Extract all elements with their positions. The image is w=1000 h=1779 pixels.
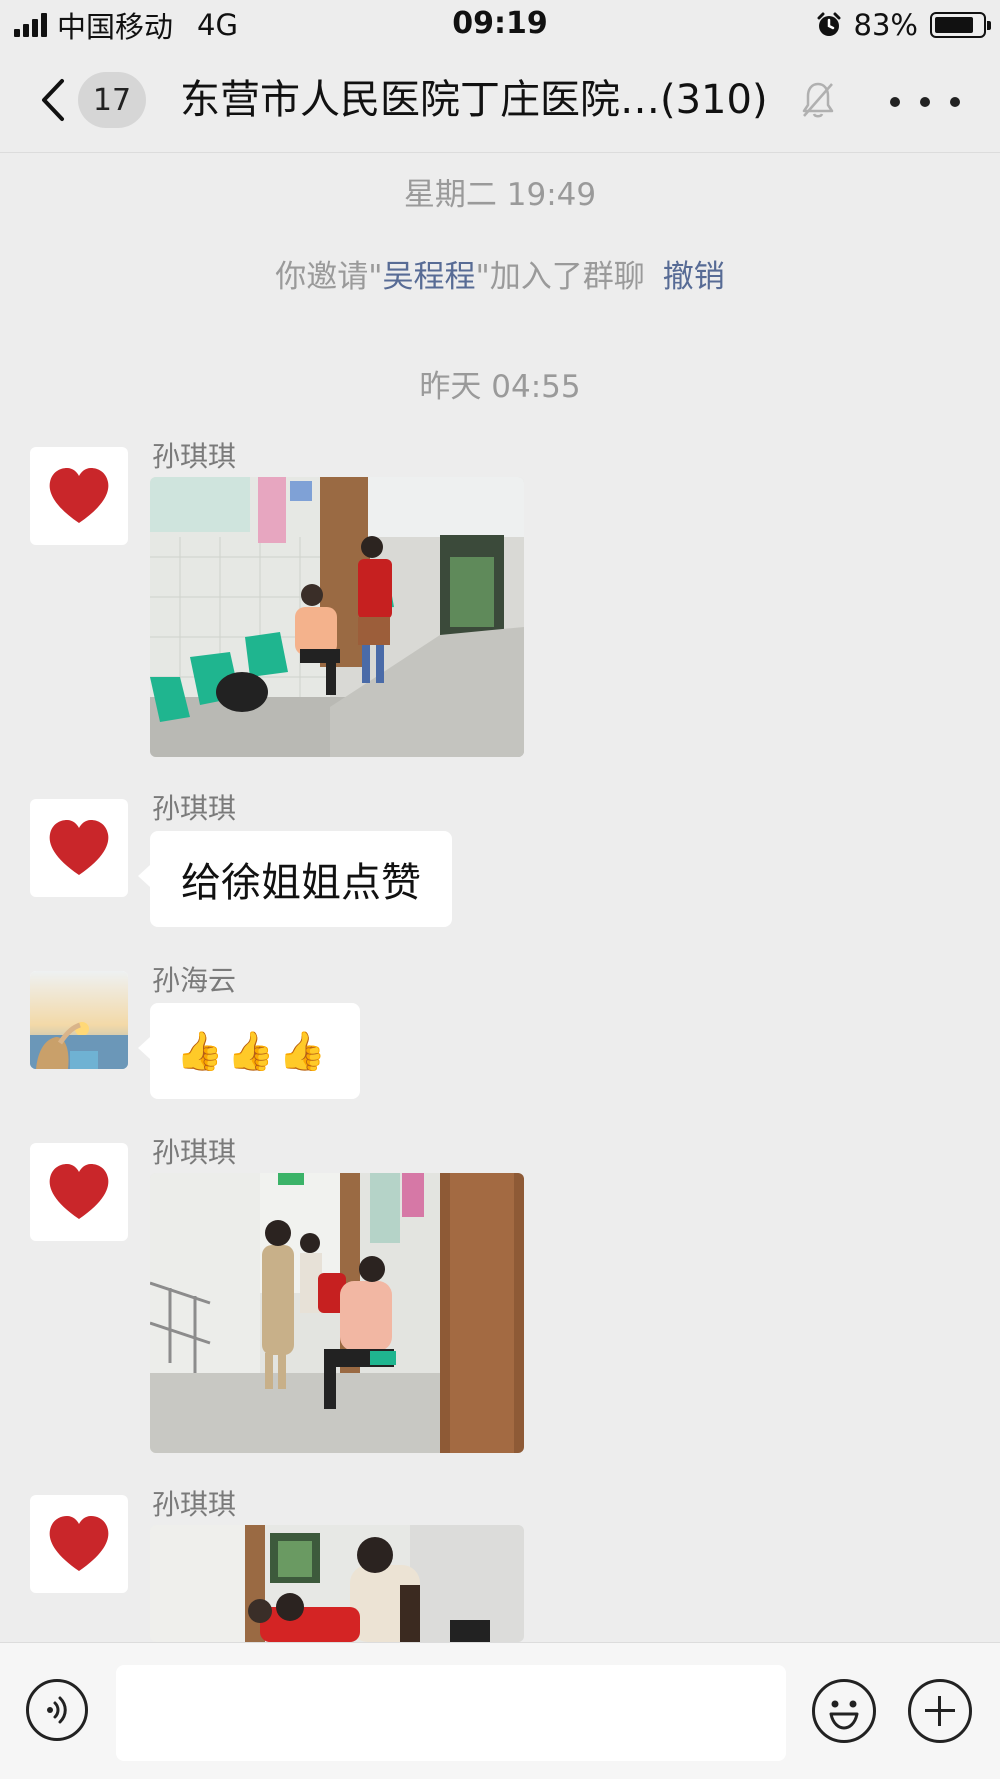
- sender-name: 孙海云: [152, 964, 237, 997]
- status-bar: 中国移动 4G 09:19 83%: [0, 0, 1000, 50]
- voice-button[interactable]: [26, 1679, 88, 1741]
- emoji-icon: [829, 1700, 859, 1730]
- battery-icon: [930, 12, 991, 38]
- sunset-avatar-image: [30, 971, 128, 1069]
- emoji-message-bubble[interactable]: 👍👍👍: [138, 1003, 360, 1099]
- system-message-suffix: "加入了群聊: [475, 259, 645, 295]
- heart-icon: [49, 820, 109, 875]
- sender-name: 孙琪琪: [152, 440, 237, 473]
- alarm-icon: [817, 12, 841, 36]
- status-bar-right: 83%: [816, 6, 991, 44]
- ward-photo: [150, 1525, 524, 1642]
- system-message: 你邀请"吴程程"加入了群聊 撤销: [0, 251, 1000, 296]
- bell-off-icon: [802, 82, 834, 118]
- sender-name: 孙琪琪: [152, 792, 237, 825]
- emoji-button[interactable]: [812, 1679, 876, 1743]
- chat-header: 17 东营市人民医院丁庄医院…(310): [0, 50, 1000, 153]
- heart-icon: [49, 1164, 109, 1219]
- image-message[interactable]: [150, 1173, 524, 1453]
- more-options-button[interactable]: [890, 82, 960, 122]
- chat-message-list[interactable]: 星期二 19:49 你邀请"吴程程"加入了群聊撤销 昨天 04:55 孙琪琪: [0, 153, 1000, 1642]
- heart-icon: [49, 468, 109, 523]
- avatar[interactable]: [30, 799, 128, 897]
- chevron-left-icon: [42, 79, 64, 121]
- heart-icon: [49, 1516, 109, 1571]
- sender-name: 孙琪琪: [152, 1488, 237, 1521]
- avatar[interactable]: [30, 971, 128, 1069]
- message-input[interactable]: [116, 1665, 786, 1761]
- back-button[interactable]: [28, 72, 78, 128]
- avatar[interactable]: [30, 1495, 128, 1593]
- chat-title[interactable]: 东营市人民医院丁庄医院…(310): [180, 72, 768, 128]
- image-message[interactable]: [150, 1525, 524, 1642]
- corridor-photo: [150, 477, 524, 757]
- voice-icon: [47, 1696, 67, 1724]
- timestamp-label: 星期二 19:49: [403, 177, 597, 213]
- timestamp-label: 昨天 04:55: [419, 369, 581, 405]
- undo-invite-link[interactable]: 撤销: [663, 259, 725, 295]
- invitee-name-link[interactable]: 吴程程: [383, 259, 476, 295]
- image-message[interactable]: [150, 477, 524, 757]
- message-text: 给徐姐姐点赞: [181, 860, 421, 906]
- system-message-prefix: 你邀请": [275, 259, 383, 295]
- more-dots-icon: [890, 97, 900, 107]
- plus-button[interactable]: [908, 1679, 972, 1743]
- battery-percent: 83%: [853, 8, 918, 42]
- message-input-bar: [0, 1642, 1000, 1779]
- avatar[interactable]: [30, 447, 128, 545]
- avatar[interactable]: [30, 1143, 128, 1241]
- hallway-photo: [150, 1173, 524, 1453]
- thumbs-up-emoji: 👍👍👍: [176, 1028, 330, 1073]
- text-message-bubble[interactable]: 给徐姐姐点赞: [138, 831, 452, 927]
- unread-count-badge[interactable]: 17: [78, 72, 146, 128]
- sender-name: 孙琪琪: [152, 1136, 237, 1169]
